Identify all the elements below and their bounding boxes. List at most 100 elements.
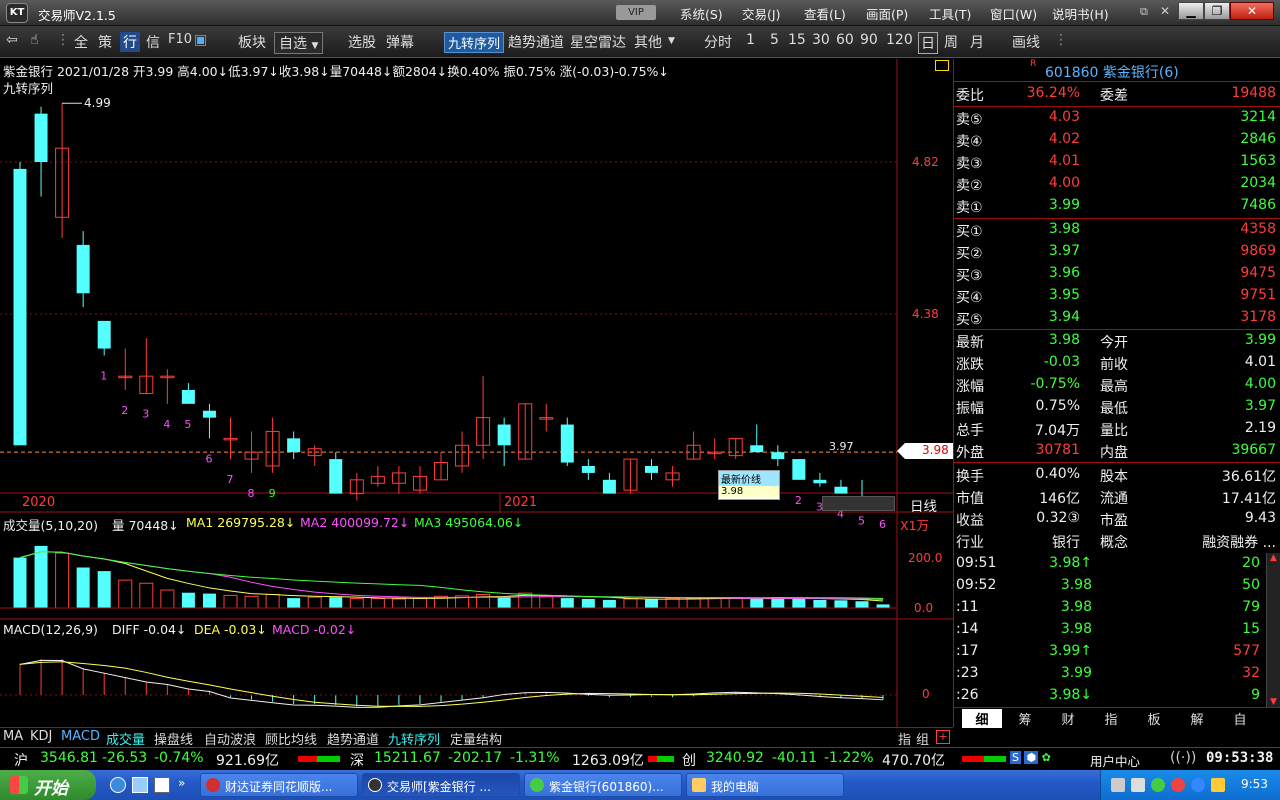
sell-row[interactable]: 卖① 3.99 7486 (954, 195, 1280, 217)
scroll-up-icon[interactable]: ▲ (1267, 553, 1280, 563)
period-day[interactable]: 日 (918, 32, 938, 54)
period-15m[interactable]: 15 (788, 32, 806, 48)
status-icons[interactable]: S ⬢ ✿ (1010, 751, 1051, 764)
quicklaunch-chevron-icon[interactable]: » (178, 776, 185, 790)
buy-row[interactable]: 买② 3.97 9869 (954, 241, 1280, 263)
cy-value[interactable]: 3240.92 (706, 750, 764, 766)
sell-row[interactable]: 卖② 4.00 2034 (954, 173, 1280, 195)
tab-quant-structure[interactable]: 定量结构 (450, 729, 502, 748)
period-120m[interactable]: 120 (886, 32, 913, 48)
quicklaunch-browser-icon[interactable] (132, 777, 148, 793)
tab-nine-sequence[interactable]: 九转序列 (388, 729, 440, 748)
sh-value[interactable]: 3546.81 (40, 750, 98, 766)
back-icon[interactable]: ⇦ (6, 32, 18, 48)
period-week[interactable]: 周 (944, 32, 958, 52)
gear-icon[interactable]: ✿ (1042, 751, 1051, 764)
menu-trade[interactable]: 交易(J) (742, 4, 780, 23)
tick-scrollbar[interactable]: ▲ ▼ (1266, 553, 1280, 707)
tab-guppy[interactable]: 顾比均线 (265, 729, 317, 748)
quicklaunch-app-icon[interactable] (154, 777, 170, 793)
sell-row[interactable]: 卖③ 4.01 1563 (954, 151, 1280, 173)
other-button[interactable]: 其他 (634, 32, 662, 52)
star-radar-button[interactable]: 星空雷达 (570, 32, 626, 52)
tab-volume[interactable]: 成交量 (106, 729, 145, 748)
menu-system[interactable]: 系统(S) (680, 4, 723, 23)
other-chevron-icon[interactable]: ▼ (668, 36, 675, 46)
task-2[interactable]: 交易师[紫金银行 ... (362, 773, 520, 797)
buy-row[interactable]: 买③ 3.96 9475 (954, 263, 1280, 285)
tab-kdj[interactable]: KDJ (30, 729, 52, 744)
s-icon[interactable]: S (1010, 751, 1021, 764)
menu-help[interactable]: 说明书(H) (1052, 4, 1109, 23)
menu-window[interactable]: 窗口(W) (990, 4, 1037, 23)
close-small-icon[interactable]: ✕ (1160, 4, 1170, 18)
task-3[interactable]: 紫金银行(601860)... (524, 773, 682, 797)
nine-sequence-button[interactable]: 九转序列 (444, 32, 505, 53)
menu-tools[interactable]: 工具(T) (929, 4, 971, 23)
buy-row[interactable]: 买⑤ 3.94 3178 (954, 307, 1280, 329)
hand-icon[interactable]: ☝ (30, 32, 39, 48)
tray-icon-5[interactable] (1191, 778, 1205, 792)
quicklaunch-ie-icon[interactable] (110, 777, 126, 793)
sector-button[interactable]: 板块 (238, 32, 266, 52)
right-tab-1[interactable]: 筹 (1005, 709, 1045, 728)
start-button[interactable]: 开始 (0, 770, 96, 800)
sell-row[interactable]: 卖④ 4.02 2846 (954, 129, 1280, 151)
period-1m[interactable]: 1 (746, 32, 755, 48)
user-center-link[interactable]: 用户中心 (1090, 751, 1140, 770)
period-90m[interactable]: 90 (860, 32, 878, 48)
scroll-thumb[interactable] (822, 496, 895, 511)
restore-small-icon[interactable]: ⧉ (1140, 5, 1148, 19)
right-tab-3[interactable]: 指 (1091, 709, 1131, 728)
scroll-down-icon[interactable]: ▼ (1267, 697, 1280, 707)
task-4[interactable]: 我的电脑 (686, 773, 844, 797)
menu-view[interactable]: 查看(L) (804, 4, 846, 23)
all-button[interactable]: 全 (74, 32, 88, 52)
quote-button[interactable]: 行 (120, 32, 140, 52)
window-icon[interactable]: ▣ (194, 32, 207, 48)
period-5m[interactable]: 5 (770, 32, 779, 48)
right-tab-4[interactable]: 板 (1134, 709, 1174, 728)
buy-row[interactable]: 买① 3.98 4358 (954, 219, 1280, 241)
period-timeshare[interactable]: 分时 (704, 32, 732, 52)
tray-icon-3[interactable] (1151, 778, 1165, 792)
popup-button[interactable]: 弹幕 (386, 32, 414, 52)
maximize-button[interactable]: ❐ (1204, 2, 1230, 20)
watchlist-dropdown[interactable]: 自选 ▼ (274, 32, 324, 54)
vip-badge[interactable]: VIP (616, 5, 656, 20)
tray-icon-1[interactable] (1111, 778, 1125, 792)
tab-trading-line[interactable]: 操盘线 (154, 729, 193, 748)
right-tab-5[interactable]: 解 (1177, 709, 1217, 728)
task-1[interactable]: 财达证券同花顺版... (200, 773, 358, 797)
tab-trend-channel[interactable]: 趋势通道 (327, 729, 379, 748)
tray-icon-2[interactable] (1131, 778, 1145, 792)
tray-icon-4[interactable] (1171, 778, 1185, 792)
draw-line-button[interactable]: 画线 (1012, 32, 1040, 52)
chart-expand-icon[interactable] (935, 60, 949, 71)
period-30m[interactable]: 30 (812, 32, 830, 48)
right-tab-0[interactable]: 细 (962, 709, 1002, 728)
f10-button[interactable]: F10 (168, 32, 192, 47)
sz-value[interactable]: 15211.67 (374, 750, 441, 766)
policy-button[interactable]: 策 (98, 32, 112, 52)
period-month[interactable]: 月 (970, 32, 984, 52)
tray-icon-6[interactable] (1211, 778, 1225, 792)
add-icon[interactable]: + (936, 730, 950, 744)
close-button[interactable]: ✕ (1230, 2, 1274, 20)
trend-channel-button[interactable]: 趋势通道 (508, 32, 564, 52)
right-tab-2[interactable]: 财 (1048, 709, 1088, 728)
shield-icon[interactable]: ⬢ (1024, 751, 1039, 764)
minimize-button[interactable]: ▁ (1178, 2, 1204, 20)
period-60m[interactable]: 60 (836, 32, 854, 48)
tab-auto-wave[interactable]: 自动波浪 (204, 729, 256, 748)
menu-screen[interactable]: 画面(P) (866, 4, 908, 23)
stock-select-button[interactable]: 选股 (348, 32, 376, 52)
buy-row[interactable]: 买④ 3.95 9751 (954, 285, 1280, 307)
tab-indicator[interactable]: 指 (898, 729, 911, 748)
sell-row[interactable]: 卖⑤ 4.03 3214 (954, 107, 1280, 129)
info-button[interactable]: 信 (146, 32, 160, 52)
tab-macd[interactable]: MACD (61, 729, 100, 744)
tab-ma[interactable]: MA (3, 729, 23, 744)
right-tab-6[interactable]: 自 (1220, 709, 1260, 728)
tab-group[interactable]: 组 (916, 729, 929, 748)
